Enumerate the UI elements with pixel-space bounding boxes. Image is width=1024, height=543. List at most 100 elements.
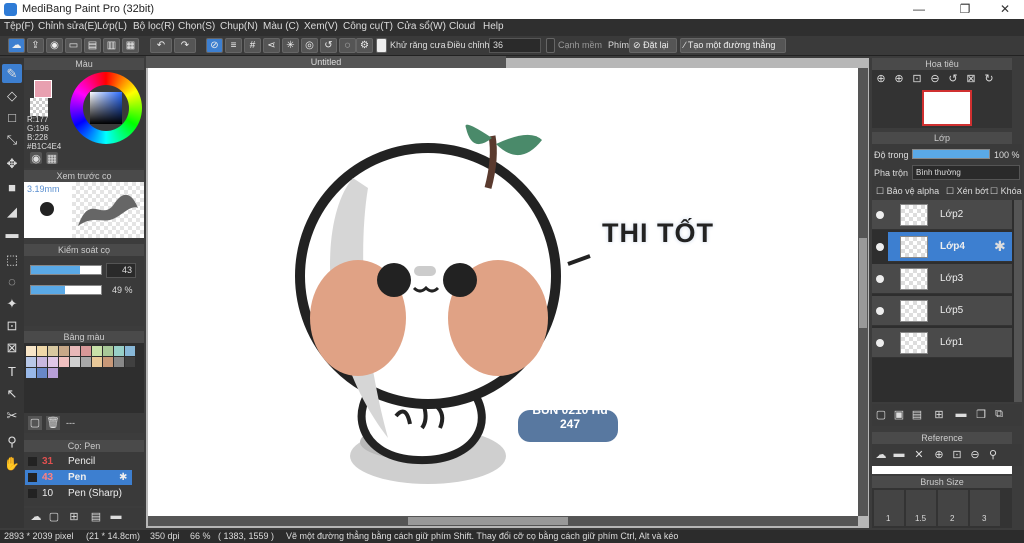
trash-icon[interactable]: 🗑: [46, 416, 60, 430]
new-8bit-layer-icon[interactable]: ▣: [892, 408, 906, 421]
transparent-color[interactable]: [30, 98, 48, 116]
comment-icon[interactable]: ▭: [65, 38, 82, 53]
close-icon[interactable]: ✕: [990, 1, 1020, 18]
ellipse-snap-icon[interactable]: ◌: [339, 38, 356, 53]
cloud-brush-icon[interactable]: ☁: [28, 510, 44, 526]
layer-row[interactable]: Lớp3: [872, 264, 1012, 294]
menu-view[interactable]: Xem(V): [304, 21, 338, 32]
layer-row[interactable]: Lớp2: [872, 200, 1012, 230]
lasso-tool-icon[interactable]: ◌: [2, 272, 22, 291]
palette-swatch[interactable]: [59, 357, 69, 367]
gear-icon[interactable]: ⚙: [356, 38, 373, 53]
blend-select[interactable]: Bình thường: [912, 165, 1020, 180]
redo-icon[interactable]: ↷: [174, 38, 196, 53]
palette-swatch[interactable]: [114, 346, 124, 356]
zoom-in-icon[interactable]: ⊕: [874, 72, 888, 85]
palette-swatch[interactable]: [26, 346, 36, 356]
magic-wand-tool-icon[interactable]: ✦: [2, 294, 22, 313]
eyedropper-tool-icon[interactable]: ⚲: [2, 432, 22, 451]
eye-icon[interactable]: [876, 275, 884, 283]
undo-icon[interactable]: ↶: [150, 38, 172, 53]
eye-icon[interactable]: [876, 307, 884, 315]
layer-opacity-slider[interactable]: [912, 149, 990, 159]
gear-icon[interactable]: ✱: [119, 470, 127, 485]
gradient-tool-icon[interactable]: ▬: [2, 224, 22, 243]
divide-tool-icon[interactable]: ✂: [2, 406, 22, 425]
palette-swatch[interactable]: [48, 346, 58, 356]
zoom-out-icon[interactable]: ⊖: [968, 448, 982, 461]
add-brush-icon[interactable]: ⊞: [66, 510, 82, 526]
clip-checkbox[interactable]: ☐ Xén bớt: [946, 186, 989, 197]
brush-size-cell[interactable]: 1: [874, 490, 904, 526]
palette-swatch[interactable]: [37, 368, 47, 378]
no-snap-icon[interactable]: ⊘: [206, 38, 223, 53]
palette-swatch[interactable]: [81, 357, 91, 367]
brush-item-pencil[interactable]: 31 Pencil: [25, 454, 132, 469]
protect-alpha-checkbox[interactable]: ☐ Bảo vệ alpha: [876, 186, 939, 197]
palette-swatch[interactable]: [48, 357, 58, 367]
merge-layer-icon[interactable]: ⧉: [992, 408, 1006, 421]
select-rect-tool-icon[interactable]: ⬚: [2, 250, 22, 269]
menu-filter[interactable]: Bộ lọc(R): [133, 21, 175, 32]
chat-icon[interactable]: ◉: [46, 38, 63, 53]
eye-icon[interactable]: [876, 211, 884, 219]
vanish-snap-icon[interactable]: ⋖: [263, 38, 280, 53]
folder-icon[interactable]: ▬: [954, 408, 968, 420]
brush-size-cell[interactable]: 2: [938, 490, 968, 526]
radial-snap-icon[interactable]: ✳: [282, 38, 299, 53]
horizontal-scrollbar[interactable]: [148, 516, 858, 526]
cloud-icon[interactable]: ☁: [874, 448, 888, 461]
document-tab[interactable]: Untitled: [146, 56, 506, 68]
layer-row[interactable]: Lớp5: [872, 296, 1012, 326]
brush-size-cell[interactable]: 1.5: [906, 490, 936, 526]
palette-swatch[interactable]: [114, 357, 124, 367]
export-icon[interactable]: ⇪: [27, 38, 44, 53]
zoom-in-icon[interactable]: ⊕: [932, 448, 946, 461]
brush-tool-icon[interactable]: ✎: [2, 64, 22, 83]
cloud-icon[interactable]: ☁: [8, 38, 25, 53]
menu-capture[interactable]: Chụp(N): [220, 21, 258, 32]
bucket-tool-icon[interactable]: ◢: [2, 202, 22, 221]
line-tool-icon[interactable]: ⤡: [2, 130, 22, 149]
curve-snap-icon[interactable]: ↺: [320, 38, 337, 53]
close-icon[interactable]: ✕: [912, 448, 926, 461]
brush-size-field[interactable]: 43: [106, 263, 136, 278]
edge-checkbox[interactable]: [546, 38, 555, 53]
palette-swatch[interactable]: [125, 346, 135, 356]
parallel-snap-icon[interactable]: ≡: [225, 38, 242, 53]
circle-snap-icon[interactable]: ◎: [301, 38, 318, 53]
layer-row-selected[interactable]: Lớp4 ✱: [888, 232, 1012, 262]
shape-tool-icon[interactable]: □: [2, 108, 22, 127]
menu-select[interactable]: Chọn(S): [178, 21, 215, 32]
palette-swatch[interactable]: [48, 368, 58, 378]
menu-window[interactable]: Cửa sổ(W): [397, 21, 446, 32]
layer-scrollbar[interactable]: [1014, 200, 1022, 402]
antialias-checkbox[interactable]: [376, 38, 387, 53]
palette-swatch[interactable]: [125, 357, 135, 367]
reset-button[interactable]: ⊘ Đặt lại: [629, 38, 677, 53]
fit-icon[interactable]: ⊡: [910, 72, 924, 85]
brush-settings-icon[interactable]: ▤: [88, 510, 104, 526]
brush-item-pen[interactable]: 43 Pen ✱: [25, 470, 132, 485]
palette-swatch[interactable]: [26, 357, 36, 367]
eraser-tool-icon[interactable]: ◇: [2, 86, 22, 105]
color-wheel-icon[interactable]: ◉: [30, 152, 42, 165]
straight-line-button[interactable]: ∕ Tạo một đường thẳng: [680, 38, 786, 53]
brush-size-slider[interactable]: [30, 265, 102, 275]
new-brush-icon[interactable]: ▢: [46, 510, 62, 526]
zoom-out-icon[interactable]: ⊖: [928, 72, 942, 85]
brush-opacity-slider[interactable]: [30, 285, 102, 295]
grid-icon[interactable]: ▦: [122, 38, 139, 53]
palette-icon[interactable]: ▦: [46, 152, 58, 165]
adjust-field[interactable]: 36: [489, 38, 541, 53]
menu-edit[interactable]: Chỉnh sửa(E): [38, 21, 98, 32]
palette-swatch[interactable]: [103, 346, 113, 356]
hand-tool-icon[interactable]: ✋: [2, 454, 22, 473]
menu-color[interactable]: Màu (C): [263, 21, 299, 32]
menu-tools[interactable]: Công cụ(T): [343, 21, 393, 32]
new-1bit-layer-icon[interactable]: ▤: [910, 408, 924, 421]
palette-swatch[interactable]: [103, 357, 113, 367]
palette-swatch[interactable]: [70, 346, 80, 356]
layer-row[interactable]: Lớp1: [872, 328, 1012, 358]
brush-item-pen-sharp[interactable]: 10 Pen (Sharp): [25, 486, 132, 501]
